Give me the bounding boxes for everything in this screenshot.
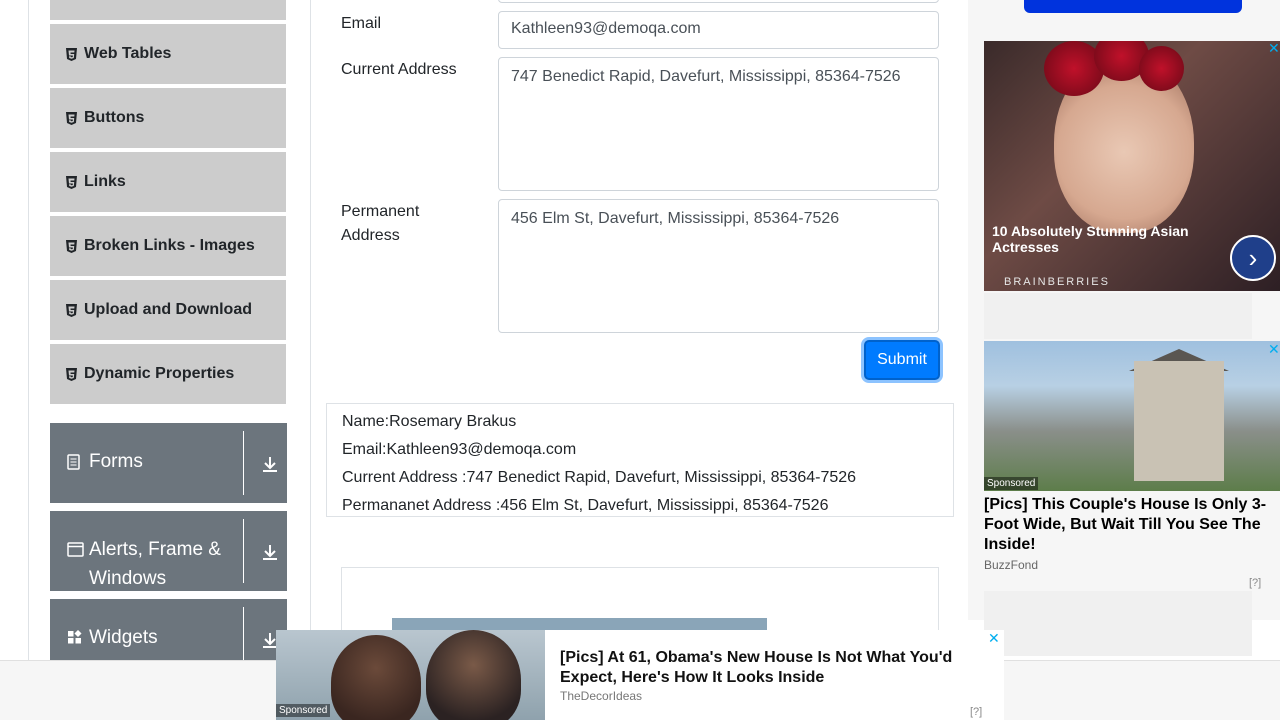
sidebar-item-broken-links[interactable]: Broken Links - Images <box>50 216 286 278</box>
divider <box>243 431 244 495</box>
banner-source: TheDecorIdeas <box>560 689 643 703</box>
window-icon <box>67 542 84 561</box>
output-email: Email:Kathleen93@demoqa.com <box>342 441 577 458</box>
group-label: Widgets <box>89 627 158 648</box>
sidebar-item-hidden[interactable] <box>50 0 286 22</box>
widgets-icon <box>67 629 82 649</box>
ad-title[interactable]: [Pics] This Couple's House Is Only 3-Foo… <box>984 495 1280 555</box>
permanent-address-field[interactable]: 456 Elm St, Davefurt, Mississippi, 85364… <box>498 199 939 333</box>
sidebar-item-buttons[interactable]: Buttons <box>50 88 286 150</box>
group-forms[interactable]: Forms <box>50 423 287 503</box>
adchoice-label[interactable]: [?] <box>1249 577 1261 589</box>
close-icon[interactable]: ✕ <box>1268 40 1280 57</box>
ad-actresses[interactable]: 10 Absolutely Stunning Asian Actresses B… <box>984 41 1280 291</box>
submit-button[interactable]: Submit <box>864 340 940 380</box>
name-field[interactable] <box>498 0 939 3</box>
document-icon <box>67 454 80 474</box>
group-label: Forms <box>89 451 143 472</box>
sidebar-item-label: Buttons <box>84 109 145 126</box>
output-box: Name:Rosemary Brakus Email:Kathleen93@de… <box>326 403 954 517</box>
output-name: Name:Rosemary Brakus <box>342 413 517 430</box>
banner-title: [Pics] At 61, Obama's New House Is Not W… <box>560 649 953 686</box>
page: Web Tables Buttons Links Broken Links - … <box>0 0 1280 720</box>
adchoice-label[interactable]: [?] <box>970 706 982 718</box>
permanent-address-label-line2: Address <box>341 227 400 244</box>
ad-source: BuzzFond <box>984 558 1039 572</box>
html5-icon <box>65 175 77 189</box>
sidebar-item-links[interactable]: Links <box>50 152 286 214</box>
group-label-line2: Windows <box>89 568 167 589</box>
html5-icon <box>65 367 77 381</box>
ad-button[interactable] <box>1024 0 1242 13</box>
next-arrow-icon[interactable]: › <box>1230 235 1276 281</box>
html5-icon <box>65 47 77 61</box>
divider <box>243 607 244 660</box>
person <box>426 630 521 720</box>
html5-icon <box>65 111 77 125</box>
close-icon[interactable]: ✕ <box>1268 341 1280 358</box>
email-label: Email <box>341 15 382 32</box>
ad-title: 10 Absolutely Stunning Asian Actresses <box>992 223 1189 255</box>
left-border <box>28 0 29 660</box>
group-label: Alerts, Frame & <box>89 539 221 560</box>
permanent-address-label: Permanent <box>341 203 420 220</box>
sponsored-tag: Sponsored <box>276 704 331 717</box>
html5-icon <box>65 303 77 317</box>
sidebar-item-label: Dynamic Properties <box>84 365 235 382</box>
sponsored-tag: Sponsored <box>984 477 1039 490</box>
sidebar-item-dynamic-properties[interactable]: Dynamic Properties <box>50 344 286 406</box>
bottom-banner-ad[interactable]: Sponsored [Pics] At 61, Obama's New Hous… <box>276 630 1004 720</box>
ad-placeholder <box>984 591 1252 656</box>
ad-house-image[interactable] <box>984 341 1280 491</box>
sidebar-item-label: Broken Links - Images <box>84 237 255 254</box>
download-arrow-icon[interactable] <box>260 542 280 562</box>
person <box>331 635 421 720</box>
current-address-label: Current Address <box>341 61 457 78</box>
ad-brand: BRAINBERRIES <box>1004 276 1110 288</box>
sidebar-item-label: Web Tables <box>84 45 172 62</box>
group-widgets[interactable]: Widgets <box>50 599 287 660</box>
sidebar-item-upload-download[interactable]: Upload and Download <box>50 280 286 342</box>
house <box>1134 361 1224 481</box>
email-field[interactable]: Kathleen93@demoqa.com <box>498 11 939 49</box>
sidebar-item-label: Upload and Download <box>84 301 252 318</box>
download-arrow-icon[interactable] <box>260 454 280 474</box>
group-alerts[interactable]: Alerts, Frame & Windows <box>50 511 287 591</box>
content-border <box>310 0 311 660</box>
rose-decoration <box>1139 46 1184 91</box>
output-current-address: Current Address :747 Benedict Rapid, Dav… <box>342 469 857 486</box>
current-address-field[interactable]: 747 Benedict Rapid, Davefurt, Mississipp… <box>498 57 939 191</box>
html5-icon <box>65 239 77 253</box>
divider <box>243 519 244 583</box>
ad-placeholder <box>984 293 1252 339</box>
sidebar-item-label: Links <box>84 173 126 190</box>
output-permanent-address: Permananet Address :456 Elm St, Davefurt… <box>342 497 829 514</box>
close-icon[interactable]: ✕ <box>988 630 1000 647</box>
sidebar-item-web-tables[interactable]: Web Tables <box>50 24 286 86</box>
